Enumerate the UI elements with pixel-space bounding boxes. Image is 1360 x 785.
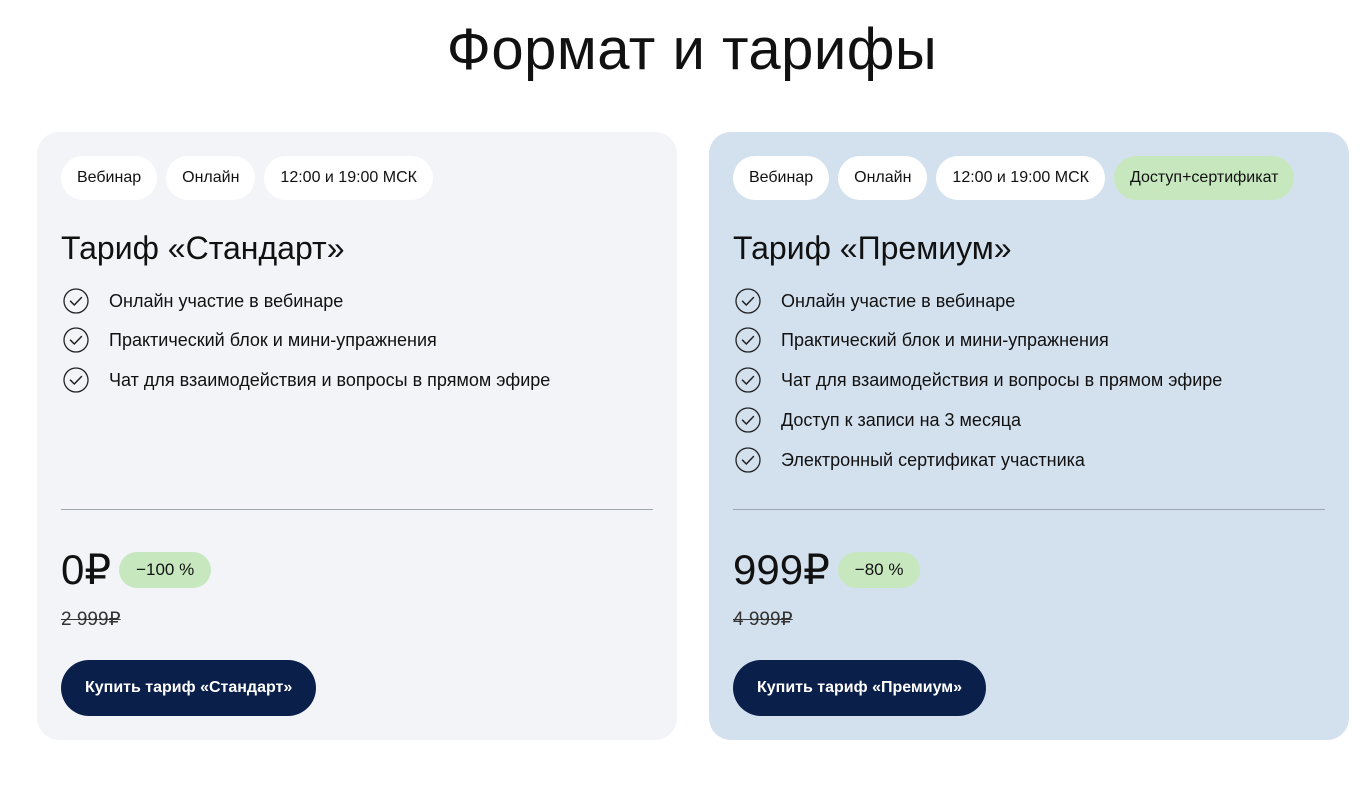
feature-item: Чат для взаимодействия и вопросы в прямо…: [735, 360, 1222, 400]
feature-item: Доступ к записи на 3 месяца: [735, 400, 1222, 440]
divider: [61, 509, 653, 510]
feature-item: Практический блок и мини-упражнения: [735, 320, 1222, 360]
plan-title: Тариф «Стандарт»: [61, 230, 345, 266]
discount-badge: −80 %: [837, 552, 921, 588]
price: 999₽: [733, 546, 830, 593]
divider: [733, 509, 1325, 510]
feature-item: Онлайн участие в вебинаре: [735, 284, 1222, 318]
check-circle-icon: [735, 327, 761, 353]
feature-item: Онлайн участие в вебинаре: [63, 284, 550, 318]
tag-format: Вебинар: [61, 156, 158, 200]
old-price: 2 999₽: [61, 609, 121, 630]
plan-card-premium: Вебинар Онлайн 12:00 и 19:00 МСК Доступ+…: [709, 132, 1349, 740]
feature-label: Чат для взаимодействия и вопросы в прямо…: [781, 369, 1223, 390]
check-circle-icon: [735, 288, 761, 314]
check-circle-icon: [63, 288, 89, 314]
check-circle-icon: [735, 407, 761, 433]
buy-premium-button[interactable]: Купить тариф «Премиум»: [733, 660, 987, 716]
plan-tags: Вебинар Онлайн 12:00 и 19:00 МСК: [61, 156, 653, 200]
feature-label: Чат для взаимодействия и вопросы в прямо…: [109, 369, 551, 390]
tag-format: Вебинар: [733, 156, 830, 200]
feature-label: Доступ к записи на 3 месяца: [781, 409, 1022, 430]
tag-mode: Онлайн: [838, 156, 928, 200]
feature-list: Онлайн участие в вебинаре Практический б…: [735, 284, 1222, 480]
check-circle-icon: [735, 447, 761, 473]
plan-tags: Вебинар Онлайн 12:00 и 19:00 МСК Доступ+…: [733, 156, 1325, 200]
check-circle-icon: [63, 327, 89, 353]
feature-label: Онлайн участие в вебинаре: [781, 290, 1016, 311]
feature-list: Онлайн участие в вебинаре Практический б…: [63, 284, 550, 400]
price-row: 0₽ −100 %: [61, 546, 212, 594]
feature-label: Практический блок и мини-упражнения: [109, 329, 437, 350]
plan-card-standard: Вебинар Онлайн 12:00 и 19:00 МСК Тариф «…: [37, 132, 677, 740]
feature-item: Чат для взаимодействия и вопросы в прямо…: [63, 360, 550, 400]
check-circle-icon: [735, 367, 761, 393]
tag-access-certificate: Доступ+сертификат: [1113, 156, 1295, 200]
plan-title: Тариф «Премиум»: [733, 230, 1012, 266]
feature-item: Электронный сертификат участника: [735, 440, 1222, 480]
page-title: Формат и тарифы: [446, 17, 938, 82]
tag-time: 12:00 и 19:00 МСК: [936, 156, 1105, 200]
price-row: 999₽ −80 %: [733, 546, 921, 594]
feature-item: Практический блок и мини-упражнения: [63, 320, 550, 360]
tag-time: 12:00 и 19:00 МСК: [264, 156, 433, 200]
feature-label: Электронный сертификат участника: [781, 449, 1085, 470]
feature-label: Онлайн участие в вебинаре: [109, 290, 344, 311]
buy-standard-button[interactable]: Купить тариф «Стандарт»: [61, 660, 317, 716]
discount-badge: −100 %: [119, 552, 212, 588]
price: 0₽: [61, 546, 112, 593]
tag-mode: Онлайн: [166, 156, 256, 200]
old-price: 4 999₽: [733, 609, 793, 630]
check-circle-icon: [63, 367, 89, 393]
feature-label: Практический блок и мини-упражнения: [781, 329, 1109, 350]
